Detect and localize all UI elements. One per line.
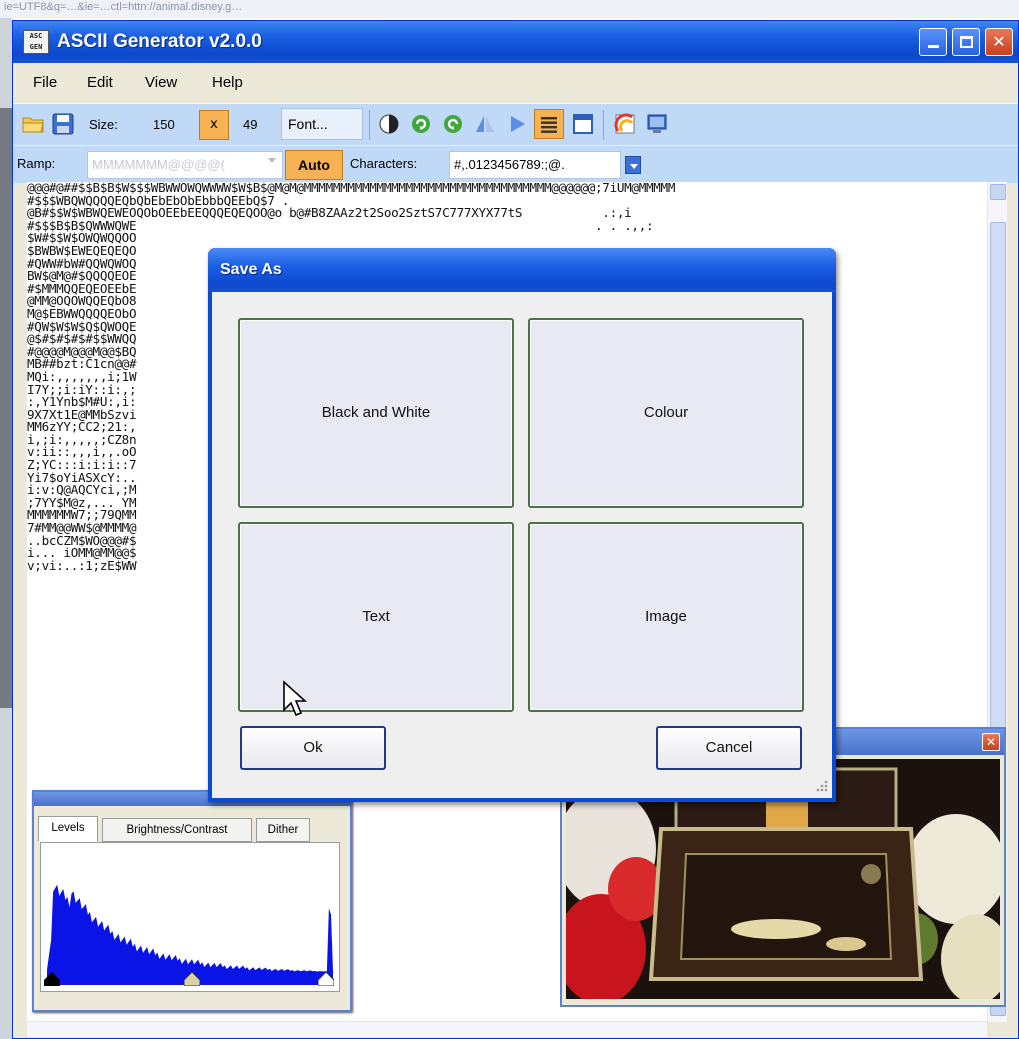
rotate-right-icon[interactable]: [409, 112, 433, 136]
app-icon: ASC GEN: [23, 30, 49, 54]
font-button[interactable]: Font...: [281, 108, 363, 140]
width-field[interactable]: 150: [153, 117, 175, 132]
scroll-up-icon[interactable]: [990, 184, 1006, 200]
menu-view[interactable]: View: [145, 74, 177, 91]
tab-levels[interactable]: Levels: [38, 816, 98, 842]
tab-brightness-contrast[interactable]: Brightness/Contrast: [102, 818, 252, 842]
ok-button[interactable]: Ok: [240, 726, 386, 770]
browser-url-text: ie=UTF8&q=…&ie=…ctl=httn://animal.disney…: [4, 1, 243, 13]
horizontal-scrollbar[interactable]: [27, 1021, 987, 1037]
close-icon[interactable]: ✕: [982, 733, 1000, 751]
size-label: Size:: [89, 117, 118, 132]
histogram-shape: [47, 884, 333, 985]
close-button[interactable]: ✕: [985, 28, 1013, 56]
levels-panel: Levels Brightness/Contrast Dither: [32, 790, 352, 1012]
minimize-icon: [927, 45, 939, 48]
levels-histogram: [40, 842, 340, 992]
flip-vertical-icon[interactable]: [505, 112, 529, 136]
colour-palette-icon[interactable]: [613, 112, 637, 136]
dialog-titlebar[interactable]: Save As: [208, 248, 836, 292]
characters-input[interactable]: #,.0123456789:;@.: [449, 151, 621, 179]
window-title: ASCII Generator v2.0.0: [57, 31, 262, 52]
image-button[interactable]: Image: [528, 522, 804, 712]
mouse-cursor-icon: [283, 680, 308, 717]
open-folder-icon[interactable]: [21, 112, 45, 136]
text-view-button[interactable]: [534, 109, 564, 139]
dialog-body: Black and White Colour Text Image Ok Can…: [212, 292, 832, 798]
colour-button[interactable]: Colour: [528, 318, 804, 508]
flip-horizontal-icon[interactable]: [473, 112, 497, 136]
browser-address-strip: ie=UTF8&q=…&ie=…ctl=httn://animal.disney…: [0, 0, 1019, 18]
menu-bar: File Edit View Help: [13, 63, 1018, 103]
text-button[interactable]: Text: [238, 522, 514, 712]
ramp-label: Ramp:: [17, 156, 56, 171]
save-disk-icon[interactable]: [51, 112, 75, 136]
menu-file[interactable]: File: [33, 74, 57, 91]
minimize-button[interactable]: [919, 28, 947, 56]
invert-icon[interactable]: [377, 112, 401, 136]
window-titlebar[interactable]: ASC GEN ASCII Generator v2.0.0 ✕: [13, 21, 1018, 63]
toolbar-separator: [603, 110, 604, 140]
midpoint-marker[interactable]: [184, 972, 200, 986]
auto-button[interactable]: Auto: [285, 150, 343, 180]
maximize-button[interactable]: [952, 28, 980, 56]
black-and-white-button[interactable]: Black and White: [238, 318, 514, 508]
tab-dither[interactable]: Dither: [256, 818, 310, 842]
white-point-marker[interactable]: [318, 972, 334, 986]
lock-ratio-button[interactable]: x: [199, 110, 229, 140]
black-point-marker[interactable]: [44, 972, 60, 986]
window-view-icon[interactable]: [571, 112, 595, 136]
ascii-line: $W#$$W$OWQWQQOO: [27, 230, 137, 246]
characters-dropdown-button[interactable]: [625, 156, 641, 174]
rotate-left-icon[interactable]: [441, 112, 465, 136]
menu-help[interactable]: Help: [212, 74, 243, 91]
menu-edit[interactable]: Edit: [87, 74, 113, 91]
text-lines-icon: [541, 117, 557, 133]
ramp-bar: Ramp: MMMMMMM@@@@( Auto Characters: #,.0…: [13, 145, 1018, 183]
toolbar-separator: [369, 110, 370, 140]
maximize-icon: [959, 36, 973, 48]
ramp-input[interactable]: MMMMMMM@@@@(: [87, 151, 283, 179]
characters-label: Characters:: [350, 156, 418, 171]
image-window-icon[interactable]: [645, 112, 669, 136]
resize-grip-icon[interactable]: [814, 778, 828, 792]
height-field[interactable]: 49: [243, 117, 257, 132]
dialog-title: Save As: [220, 261, 282, 278]
chevron-down-icon[interactable]: [268, 158, 276, 163]
desktop-left-edge: [0, 18, 12, 1039]
toolbar: Size: 150 x 49 Font...: [13, 103, 1018, 145]
ascii-line: #$$$B$B$QWWWQWE . . .,,:: [27, 217, 654, 233]
close-icon: ✕: [992, 32, 1006, 51]
cancel-button[interactable]: Cancel: [656, 726, 802, 770]
histogram-graph: [47, 884, 333, 985]
